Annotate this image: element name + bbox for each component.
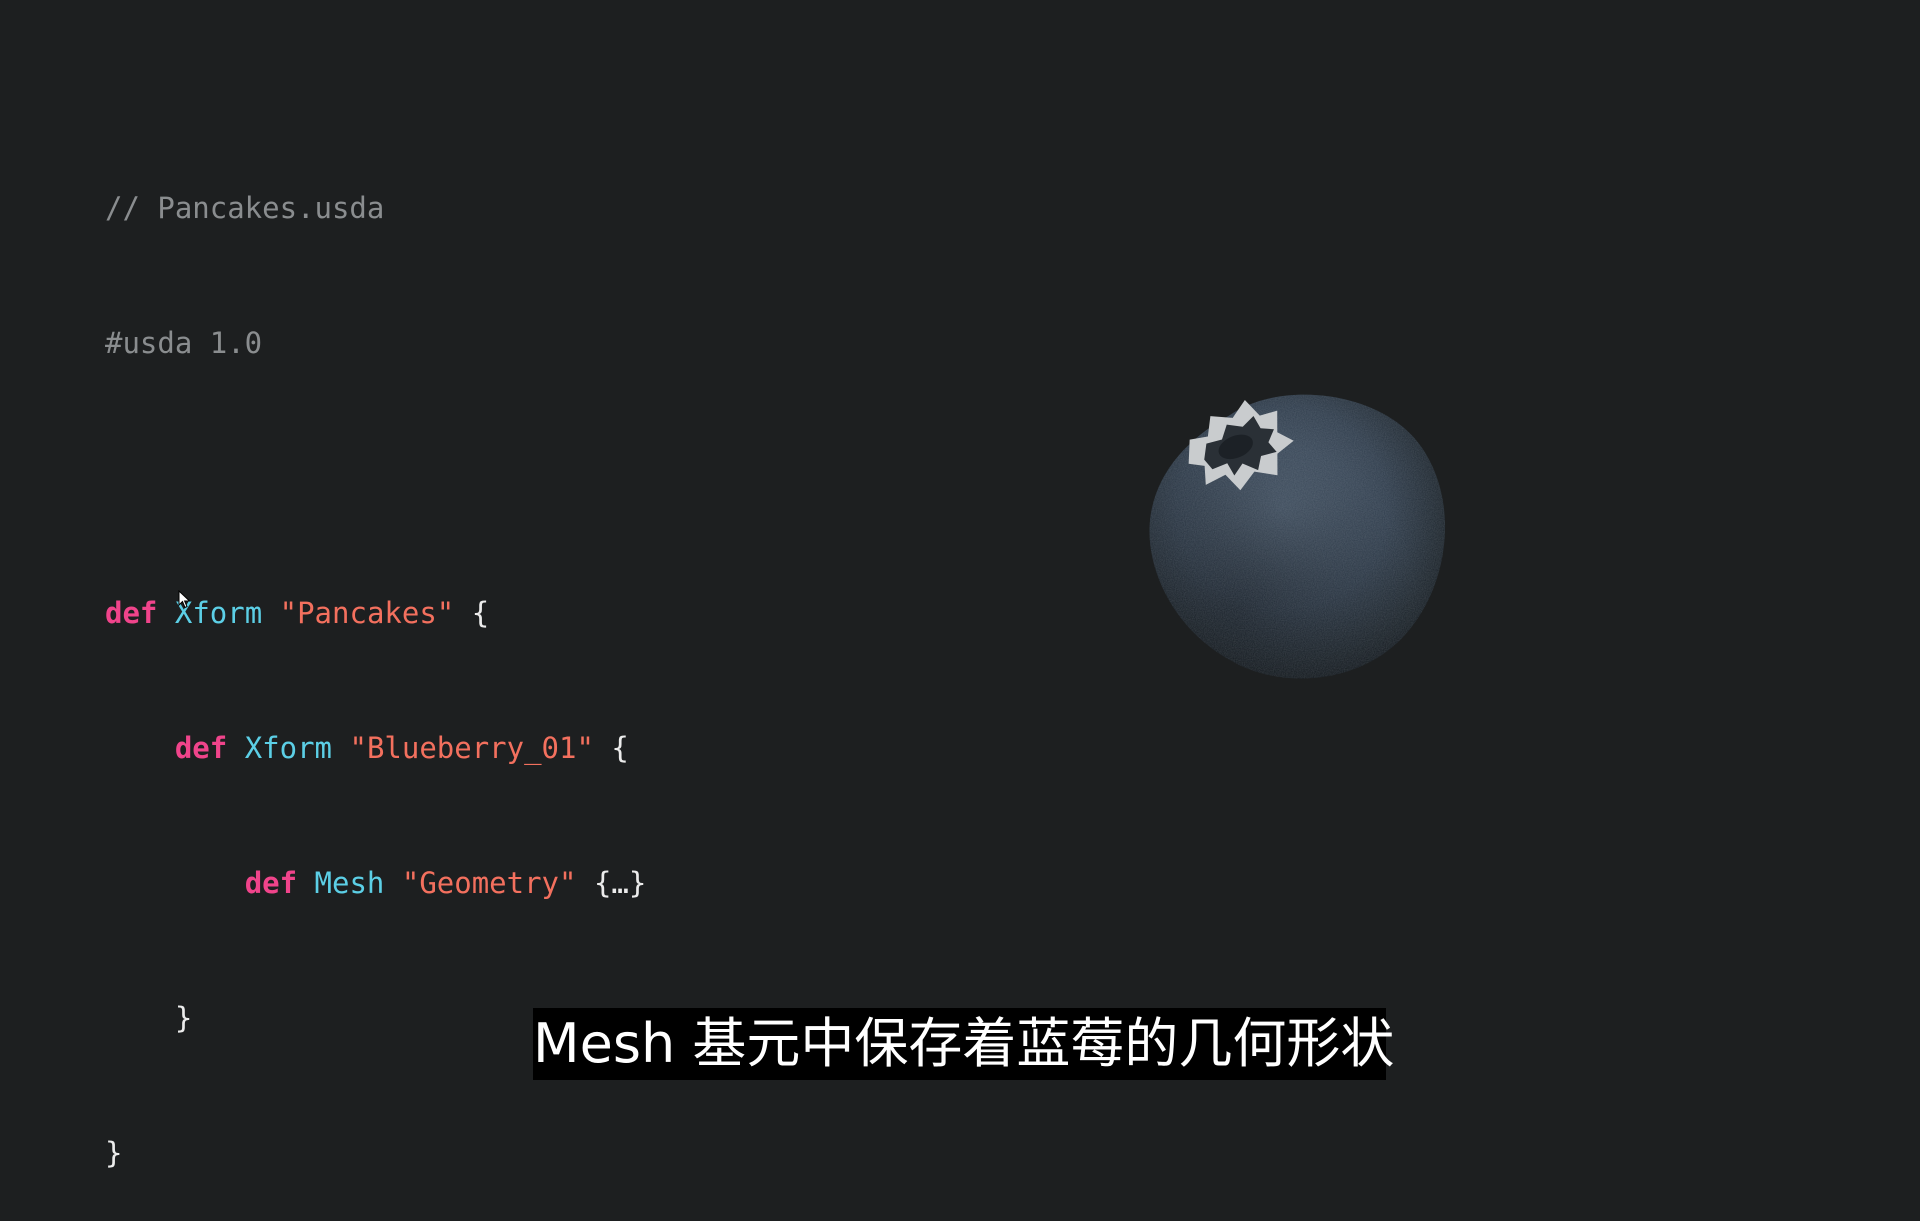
code-brace: }	[174, 1001, 193, 1035]
code-collapsed-block[interactable]: {…}	[594, 866, 646, 900]
video-subtitle: Mesh 基元中保存着蓝莓的几何形状	[533, 1008, 1394, 1080]
code-brace: {	[611, 731, 629, 765]
blueberry-model-image	[1149, 394, 1446, 679]
code-string: "Pancakes"	[279, 596, 455, 630]
code-line-close-outer: }	[105, 1131, 646, 1176]
code-brace: {	[471, 596, 490, 630]
code-line-geometry: def Mesh "Geometry" {…}	[105, 861, 647, 906]
code-comment-filename: // Pancakes.usda	[105, 191, 385, 225]
code-type: Mesh	[314, 866, 385, 900]
code-line-blueberry: def Xform "Blueberry_01" {	[105, 726, 646, 771]
mouse-pointer-icon	[178, 590, 191, 609]
code-string: "Geometry"	[401, 866, 577, 900]
code-string: "Blueberry_01"	[349, 731, 594, 765]
code-type: Xform	[244, 731, 333, 765]
code-keyword: def	[174, 731, 228, 765]
code-keyword: def	[244, 866, 298, 900]
code-brace: }	[105, 1136, 123, 1170]
code-usda-header: #usda 1.0	[105, 326, 263, 360]
code-keyword: def	[105, 596, 158, 630]
